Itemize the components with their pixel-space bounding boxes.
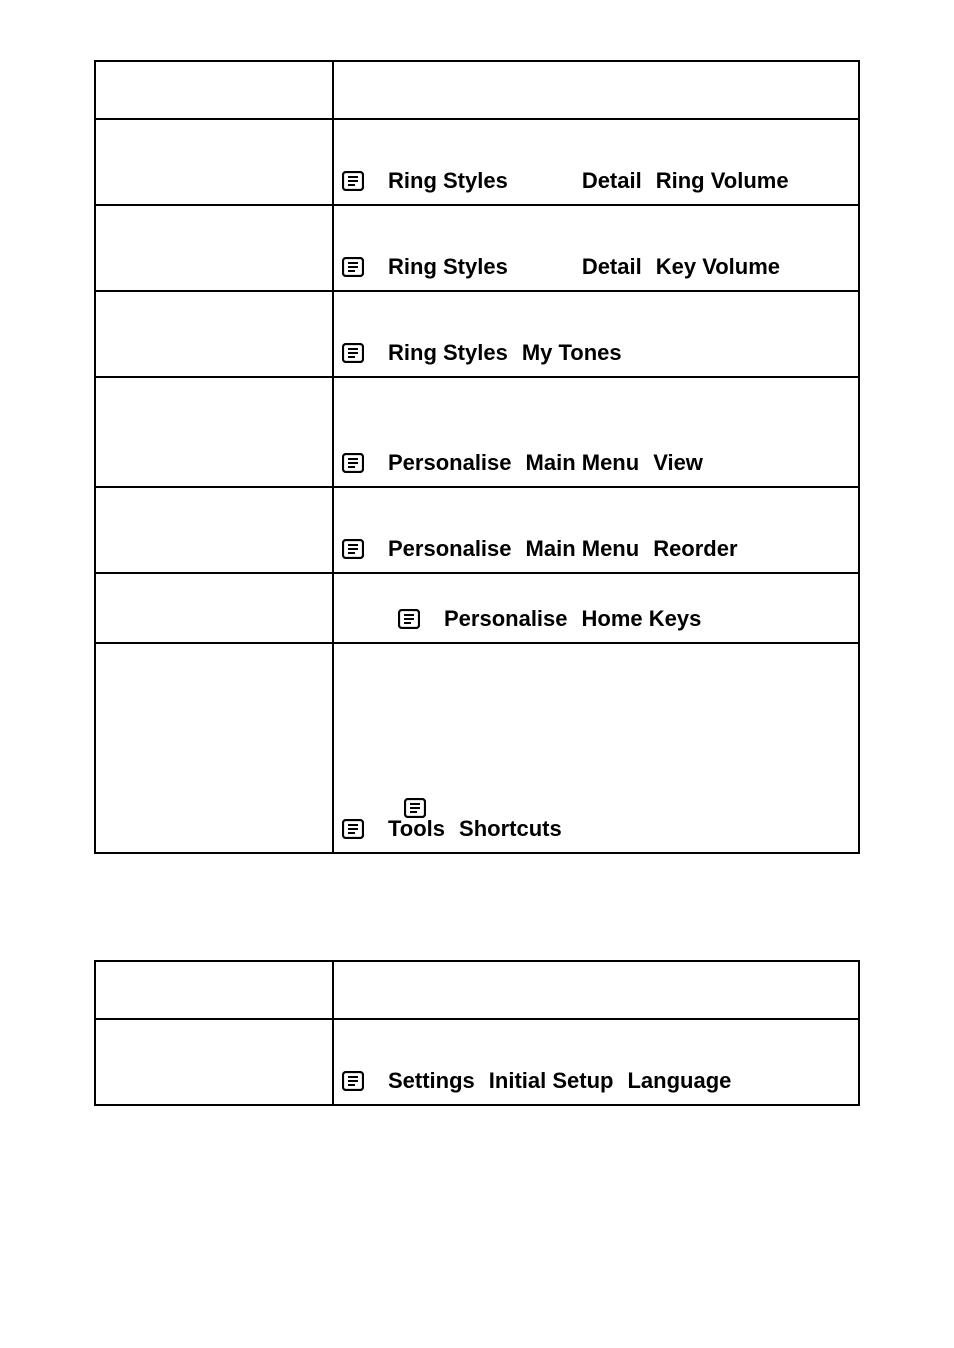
path-segment: View: [653, 452, 703, 474]
path-segment: Reorder: [653, 538, 737, 560]
path-segment: Personalise: [388, 538, 512, 560]
personalise-table: Ring Styles Detail Ring Volume Ring Styl…: [94, 60, 860, 854]
table-gap: [94, 854, 860, 960]
path-segment: Personalise: [388, 452, 512, 474]
path-segment: Initial Setup: [489, 1070, 614, 1092]
table-header-row: [95, 961, 859, 1019]
path-segment: Detail: [582, 256, 642, 278]
cell-description: Ring Styles Detail Ring Volume: [333, 119, 859, 205]
path-segment: Key Volume: [656, 256, 780, 278]
table-row: Personalise Main Menu View: [95, 377, 859, 487]
menu-icon: [398, 609, 420, 629]
header-feature: [95, 961, 333, 1019]
cell-description: Personalise Main Menu Reorder: [333, 487, 859, 573]
cell-description: Settings Initial Setup Language: [333, 1019, 859, 1105]
path-segment: Detail: [582, 170, 642, 192]
table-row: Ring Styles Detail Ring Volume: [95, 119, 859, 205]
menu-icon: [342, 819, 364, 839]
path-segment: Language: [627, 1070, 731, 1092]
path-segment: Main Menu: [526, 452, 640, 474]
cell-description: Personalise Main Menu View: [333, 377, 859, 487]
menu-icon: [342, 257, 364, 277]
path-segment: My Tones: [522, 342, 622, 364]
path-segment: Main Menu: [526, 538, 640, 560]
path-segment: Ring Styles: [388, 342, 508, 364]
table-row: Ring Styles My Tones: [95, 291, 859, 377]
path-segment: Home Keys: [582, 608, 702, 630]
menu-icon: [404, 798, 426, 818]
table-row: Settings Initial Setup Language: [95, 1019, 859, 1105]
cell-feature: [95, 1019, 333, 1105]
menu-icon: [342, 171, 364, 191]
page: Ring Styles Detail Ring Volume Ring Styl…: [0, 0, 954, 1348]
cell-feature: [95, 377, 333, 487]
path-segment: Ring Volume: [656, 170, 789, 192]
header-description: [333, 961, 859, 1019]
cell-description: Ring Styles My Tones: [333, 291, 859, 377]
cell-feature: [95, 643, 333, 853]
path-segment: Ring Styles: [388, 170, 508, 192]
table-row: Personalise Home Keys: [95, 573, 859, 643]
menu-icon: [342, 453, 364, 473]
extras-table: Settings Initial Setup Language: [94, 960, 860, 1106]
path-segment: Shortcuts: [459, 818, 562, 840]
cell-feature: [95, 291, 333, 377]
cell-feature: [95, 205, 333, 291]
path-segment: Personalise: [444, 608, 568, 630]
header-description: [333, 61, 859, 119]
menu-icon: [342, 539, 364, 559]
cell-description: Tools Shortcuts: [333, 643, 859, 853]
table-row: Personalise Main Menu Reorder: [95, 487, 859, 573]
cell-feature: [95, 119, 333, 205]
menu-icon: [342, 1071, 364, 1091]
table-row: Tools Shortcuts: [95, 643, 859, 853]
header-feature: [95, 61, 333, 119]
menu-icon: [342, 343, 364, 363]
table-row: Ring Styles Detail Key Volume: [95, 205, 859, 291]
cell-description: Personalise Home Keys: [333, 573, 859, 643]
path-segment: Settings: [388, 1070, 475, 1092]
path-segment: Tools: [388, 818, 445, 840]
path-segment: Ring Styles: [388, 256, 508, 278]
cell-description: Ring Styles Detail Key Volume: [333, 205, 859, 291]
table-header-row: [95, 61, 859, 119]
cell-feature: [95, 487, 333, 573]
cell-feature: [95, 573, 333, 643]
